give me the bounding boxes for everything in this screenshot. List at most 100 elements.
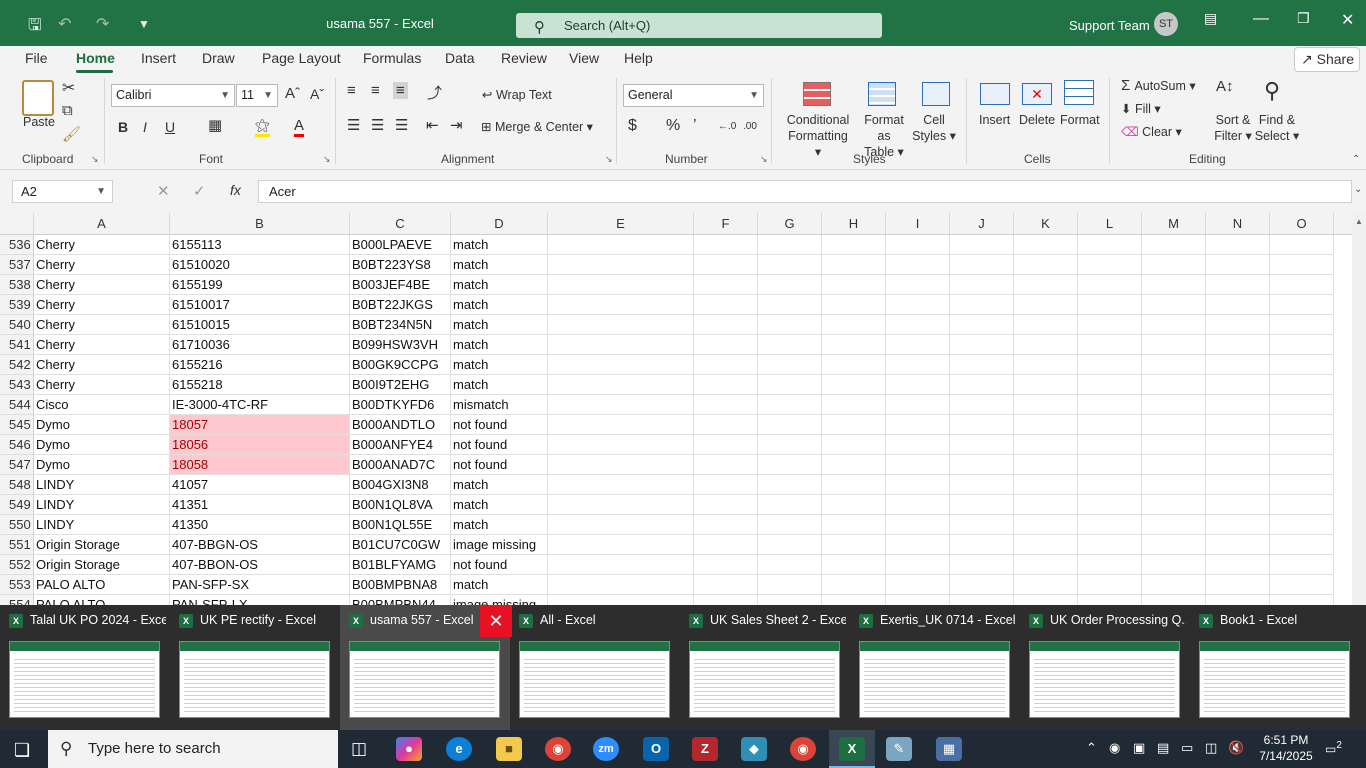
show-hidden-icons-icon[interactable]: ⌃	[1086, 740, 1097, 756]
cell-e[interactable]	[548, 535, 694, 555]
cell-g[interactable]	[758, 235, 822, 255]
cell-b[interactable]: 61510017	[170, 295, 350, 315]
tab-insert[interactable]: Insert	[141, 50, 176, 66]
cell-b[interactable]: 61710036	[170, 335, 350, 355]
sort-filter-button[interactable]: Sort & Filter ▾	[1213, 112, 1253, 144]
cell-i[interactable]	[886, 375, 950, 395]
cell-b[interactable]: IE-3000-4TC-RF	[170, 395, 350, 415]
cell-l[interactable]	[1078, 335, 1142, 355]
copy-icon[interactable]: ⧉	[62, 102, 73, 119]
cell-l[interactable]	[1078, 235, 1142, 255]
cell-m[interactable]	[1142, 315, 1206, 335]
cell-b[interactable]: 18058	[170, 455, 350, 475]
name-box[interactable]: A2 ▼	[12, 180, 113, 203]
delete-cells-icon[interactable]: ✕	[1022, 83, 1052, 105]
select-all-corner[interactable]	[0, 213, 34, 235]
cell-f[interactable]	[694, 475, 758, 495]
cell-a[interactable]: Origin Storage	[34, 535, 170, 555]
cell-f[interactable]	[694, 515, 758, 535]
cell-h[interactable]	[822, 295, 886, 315]
cell-n[interactable]	[1206, 335, 1270, 355]
cell-i[interactable]	[886, 235, 950, 255]
row-header[interactable]: 548	[0, 475, 34, 495]
cell-f[interactable]	[694, 395, 758, 415]
cell-c[interactable]: B01BLFYAMG	[350, 555, 451, 575]
column-header-b[interactable]: B	[170, 213, 350, 235]
cell-l[interactable]	[1078, 415, 1142, 435]
cell-h[interactable]	[822, 415, 886, 435]
column-header-e[interactable]: E	[548, 213, 694, 235]
cell-a[interactable]: Cherry	[34, 315, 170, 335]
row-header[interactable]: 552	[0, 555, 34, 575]
excel-taskbar-active[interactable]: X	[829, 730, 875, 768]
cell-f[interactable]	[694, 575, 758, 595]
format-button[interactable]: Format	[1060, 112, 1100, 128]
record-icon[interactable]: ◉	[1109, 740, 1120, 756]
tab-file[interactable]: File	[25, 50, 48, 66]
align-right-icon[interactable]: ☰	[395, 116, 408, 134]
tab-draw[interactable]: Draw	[202, 50, 235, 66]
cell-f[interactable]	[694, 275, 758, 295]
find-icon[interactable]: ⚲	[1264, 78, 1280, 104]
cell-l[interactable]	[1078, 475, 1142, 495]
cell-m[interactable]	[1142, 495, 1206, 515]
column-header-c[interactable]: C	[350, 213, 451, 235]
cell-b[interactable]: 18056	[170, 435, 350, 455]
window-preview[interactable]: X UK Order Processing Q...	[1020, 605, 1190, 730]
cell-a[interactable]: LINDY	[34, 495, 170, 515]
cell-o[interactable]	[1270, 295, 1334, 315]
cell-l[interactable]	[1078, 255, 1142, 275]
orientation-icon[interactable]: ⤴	[427, 82, 442, 103]
format-as-table-icon[interactable]	[868, 82, 896, 106]
cell-b[interactable]: 6155218	[170, 375, 350, 395]
cell-b[interactable]: 61510020	[170, 255, 350, 275]
cell-a[interactable]: LINDY	[34, 475, 170, 495]
cell-m[interactable]	[1142, 415, 1206, 435]
cell-o[interactable]	[1270, 315, 1334, 335]
windows-start-icon[interactable]: ❏	[14, 740, 30, 761]
share-button[interactable]: ↗ Share	[1294, 47, 1360, 72]
app-pen-icon[interactable]: ✎	[886, 737, 912, 761]
tab-page-layout[interactable]: Page Layout	[262, 50, 341, 66]
decrease-indent-icon[interactable]: ⇤	[426, 116, 439, 134]
chrome-icon[interactable]: ◉	[545, 737, 571, 761]
cell-h[interactable]	[822, 315, 886, 335]
cell-a[interactable]: Dymo	[34, 455, 170, 475]
outlook-icon[interactable]: O	[643, 737, 669, 761]
cut-icon[interactable]: ✂	[62, 78, 75, 98]
cell-m[interactable]	[1142, 295, 1206, 315]
cell-i[interactable]	[886, 275, 950, 295]
cell-i[interactable]	[886, 475, 950, 495]
column-header-o[interactable]: O	[1270, 213, 1334, 235]
cell-a[interactable]: Cherry	[34, 275, 170, 295]
row-header[interactable]: 549	[0, 495, 34, 515]
cell-f[interactable]	[694, 335, 758, 355]
cell-l[interactable]	[1078, 275, 1142, 295]
collapse-ribbon-icon[interactable]: ⌃	[1352, 154, 1360, 165]
cell-d[interactable]: match	[451, 275, 548, 295]
cell-g[interactable]	[758, 395, 822, 415]
cell-e[interactable]	[548, 495, 694, 515]
cell-k[interactable]	[1014, 355, 1078, 375]
row-header[interactable]: 547	[0, 455, 34, 475]
cell-o[interactable]	[1270, 355, 1334, 375]
window-preview[interactable]: X All - Excel	[510, 605, 680, 730]
column-header-a[interactable]: A	[34, 213, 170, 235]
cell-f[interactable]	[694, 415, 758, 435]
vertical-scrollbar[interactable]: ▲	[1352, 213, 1366, 605]
row-header[interactable]: 542	[0, 355, 34, 375]
find-select-button[interactable]: Find & Select ▾	[1254, 112, 1300, 144]
increase-font-icon[interactable]: Aˆ	[285, 86, 300, 102]
cell-j[interactable]	[950, 555, 1014, 575]
cell-o[interactable]	[1270, 575, 1334, 595]
decrease-font-icon[interactable]: Aˇ	[310, 86, 324, 102]
expand-formula-bar-icon[interactable]: ⌄	[1354, 184, 1362, 195]
cell-n[interactable]	[1206, 575, 1270, 595]
number-launcher-icon[interactable]: ↘	[760, 154, 768, 165]
cell-g[interactable]	[758, 355, 822, 375]
cell-h[interactable]	[822, 395, 886, 415]
ribbon-display-icon[interactable]: ▤	[1204, 10, 1217, 27]
cell-g[interactable]	[758, 555, 822, 575]
cell-c[interactable]: B00DTKYFD6	[350, 395, 451, 415]
cell-d[interactable]: match	[451, 335, 548, 355]
